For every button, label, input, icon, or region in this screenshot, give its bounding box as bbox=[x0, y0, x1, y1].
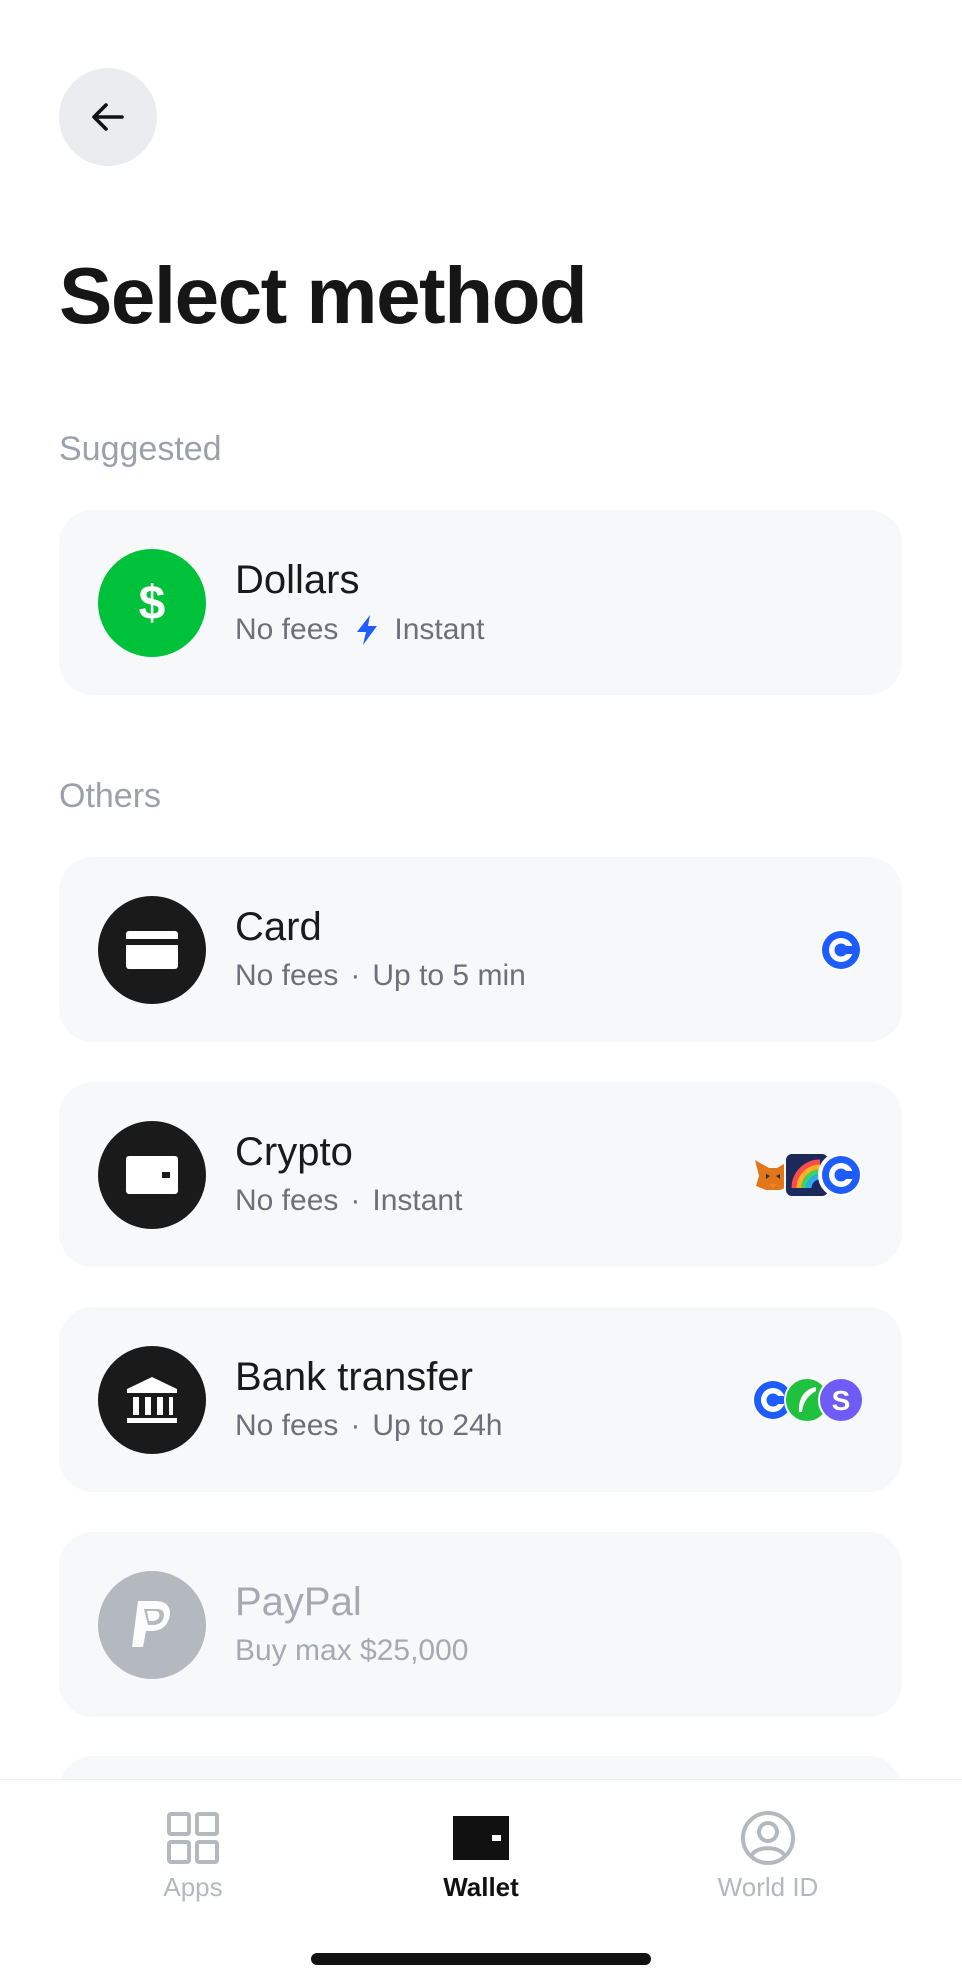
method-crypto[interactable]: Crypto No fees · Instant bbox=[59, 1082, 902, 1267]
coinbase-logo-icon bbox=[818, 1152, 864, 1198]
s-logo-icon: S bbox=[818, 1377, 864, 1423]
separator-dot: · bbox=[350, 959, 361, 992]
method-details: Buy max $25,000 bbox=[235, 1636, 468, 1666]
limit-text: Buy max $25,000 bbox=[235, 1634, 469, 1667]
method-name: Dollars bbox=[235, 558, 360, 602]
tab-label: Wallet bbox=[443, 1872, 519, 1902]
home-indicator bbox=[311, 1953, 651, 1965]
tab-wallet[interactable]: Wallet bbox=[381, 1810, 581, 1903]
tab-apps[interactable]: Apps bbox=[93, 1810, 293, 1903]
speed-text: Up to 5 min bbox=[372, 959, 526, 992]
grid-icon bbox=[167, 1812, 219, 1864]
method-name: Card bbox=[235, 905, 322, 949]
speed-text: Instant bbox=[394, 613, 485, 646]
lightning-icon bbox=[357, 615, 378, 645]
fee-text: No fees bbox=[235, 1184, 339, 1217]
speed-text: Up to 24h bbox=[372, 1409, 503, 1442]
method-details: No fees Instant bbox=[235, 614, 484, 646]
tab-label: World ID bbox=[717, 1872, 819, 1902]
dollar-icon: $ bbox=[98, 549, 206, 657]
method-name: Bank transfer bbox=[235, 1355, 473, 1399]
user-circle-icon bbox=[741, 1811, 795, 1865]
tab-label: Apps bbox=[163, 1872, 223, 1902]
method-name: Crypto bbox=[235, 1130, 353, 1174]
separator-dot: · bbox=[350, 1184, 361, 1217]
bank-icon bbox=[98, 1346, 206, 1454]
method-details: No fees · Up to 5 min bbox=[235, 961, 526, 991]
section-label-suggested: Suggested bbox=[59, 430, 222, 468]
section-label-others: Others bbox=[59, 777, 162, 815]
fee-text: No fees bbox=[235, 613, 339, 646]
fee-text: No fees bbox=[235, 959, 339, 992]
arrow-left-icon bbox=[92, 103, 124, 131]
svg-text:S: S bbox=[832, 1385, 851, 1416]
method-paypal[interactable]: PayPal Buy max $25,000 bbox=[59, 1532, 902, 1717]
separator-dot: · bbox=[350, 1409, 361, 1442]
wallet-icon bbox=[98, 1121, 206, 1229]
wallet-icon bbox=[453, 1816, 509, 1860]
svg-text:$: $ bbox=[139, 577, 166, 630]
back-button[interactable] bbox=[59, 68, 157, 166]
tab-world-id[interactable]: World ID bbox=[668, 1810, 868, 1903]
method-details: No fees · Instant bbox=[235, 1186, 462, 1216]
paypal-icon bbox=[98, 1571, 206, 1679]
method-card[interactable]: Card No fees · Up to 5 min bbox=[59, 857, 902, 1042]
coinbase-logo-icon bbox=[818, 927, 864, 973]
method-bank-transfer[interactable]: Bank transfer No fees · Up to 24h S bbox=[59, 1307, 902, 1492]
provider-logos: S bbox=[750, 1377, 864, 1423]
method-dollars[interactable]: $ Dollars No fees Instant bbox=[59, 510, 902, 695]
method-name: PayPal bbox=[235, 1580, 362, 1624]
provider-logos bbox=[750, 1152, 864, 1198]
card-icon bbox=[98, 896, 206, 1004]
fee-text: No fees bbox=[235, 1409, 339, 1442]
page-title: Select method bbox=[59, 251, 588, 340]
provider-logos bbox=[818, 927, 864, 973]
method-details: No fees · Up to 24h bbox=[235, 1411, 502, 1441]
speed-text: Instant bbox=[372, 1184, 463, 1217]
